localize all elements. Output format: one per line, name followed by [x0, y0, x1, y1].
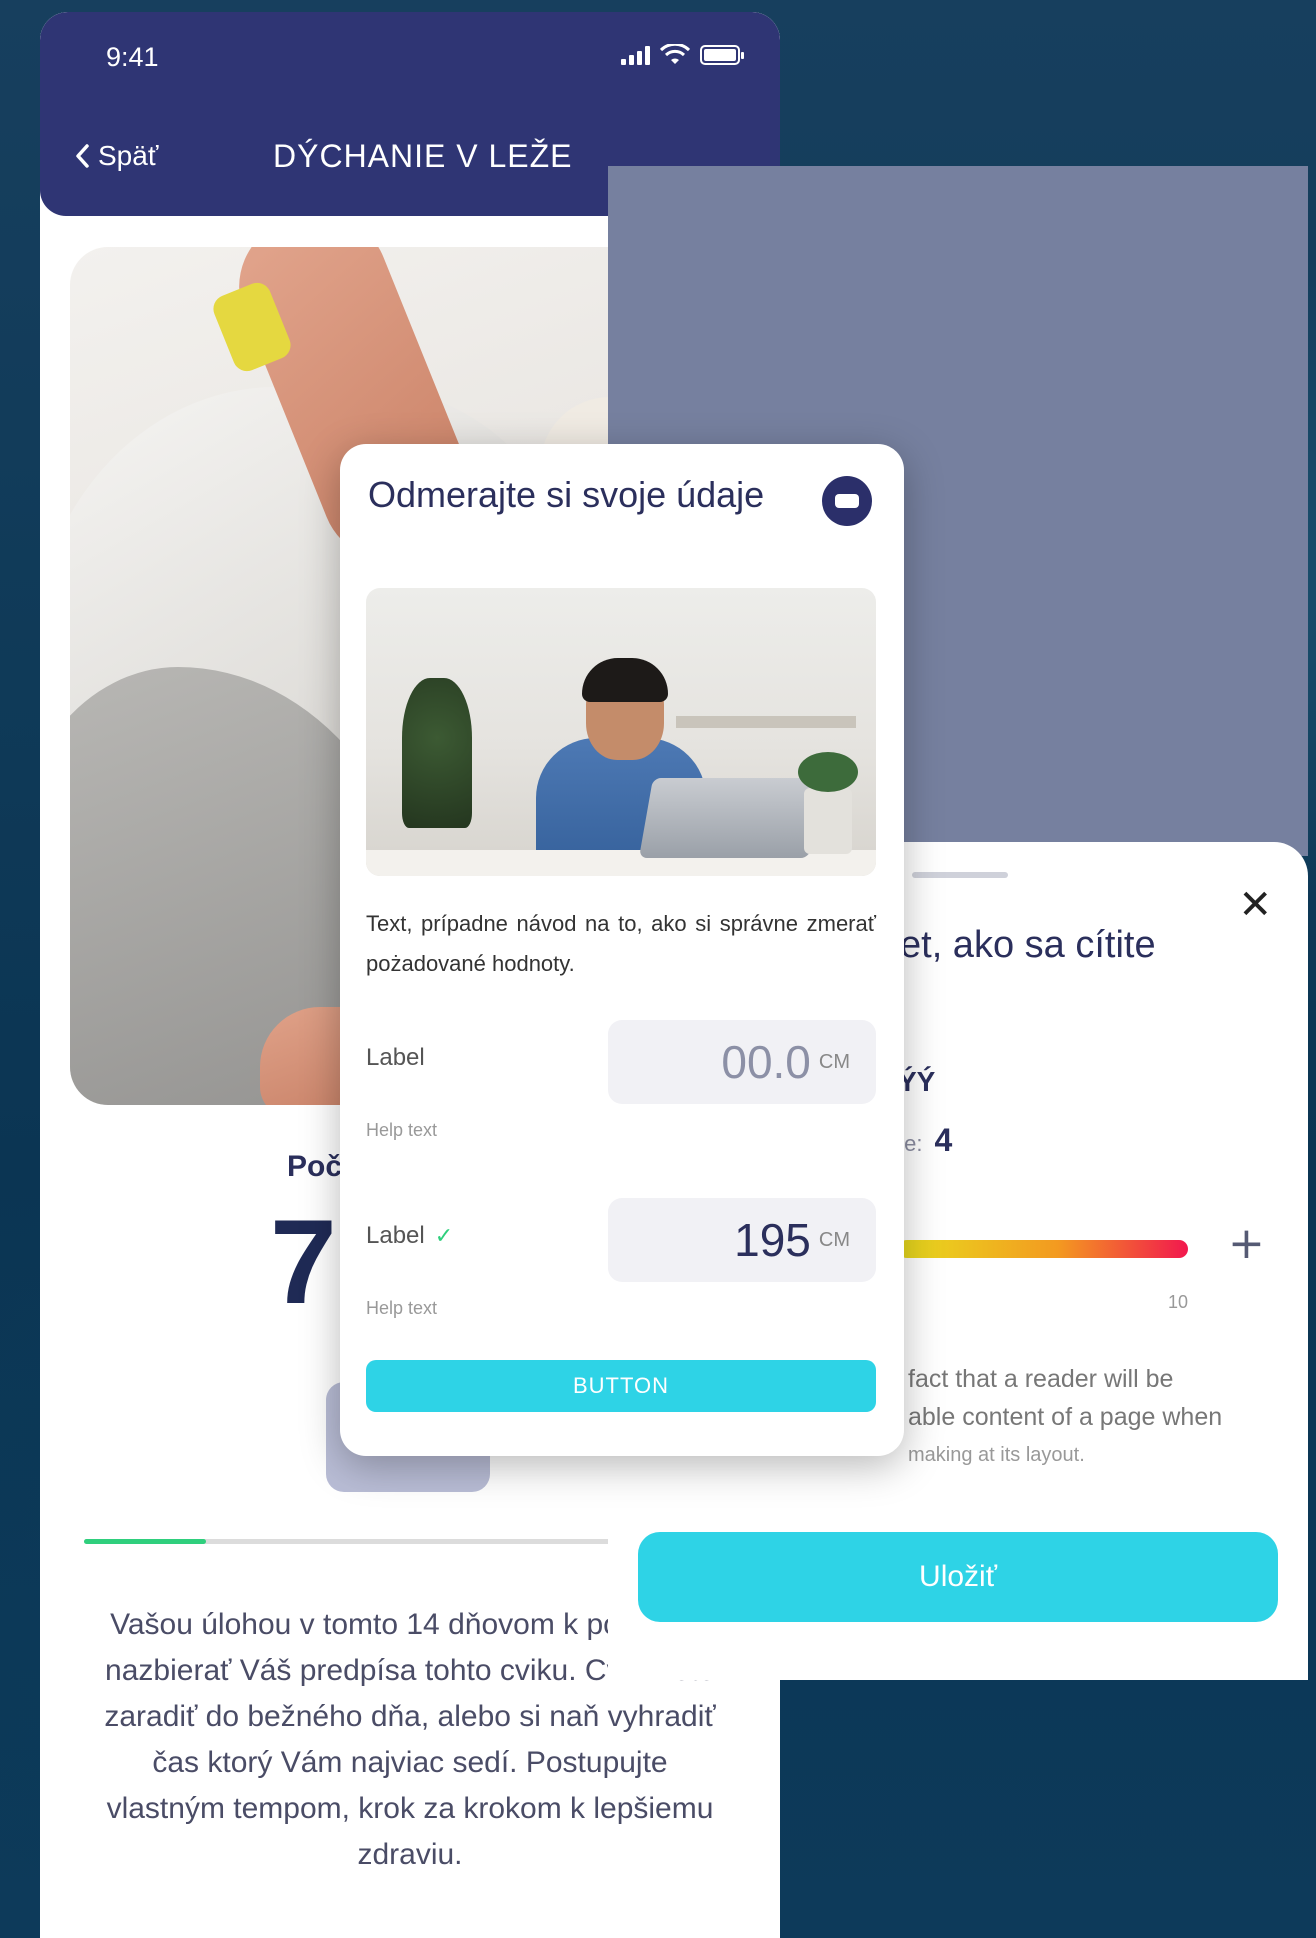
- measurement-card: Odmerajte si svoje údaje Text, prípadne …: [340, 444, 904, 1456]
- card-instructions: Text, prípadne návod na to, ako si správ…: [366, 911, 876, 976]
- help-text: Help text: [366, 1120, 438, 1140]
- measurement-unit: CM: [818, 1050, 850, 1073]
- help-text: Help text: [366, 1298, 438, 1318]
- save-button[interactable]: Uložiť: [638, 1532, 1278, 1622]
- measurement-value: 00.0: [721, 1036, 811, 1088]
- measurement-unit: CM: [818, 1228, 850, 1251]
- count-value: 7: [270, 1195, 337, 1329]
- feeling-slider[interactable]: [898, 1240, 1188, 1258]
- check-icon: ✓: [434, 1223, 454, 1248]
- sheet-paragraph: fact that a reader will be able content …: [908, 1360, 1308, 1466]
- tape-measure-icon: [822, 476, 872, 526]
- chevron-left-icon: [76, 144, 89, 168]
- primary-button[interactable]: BUTTON: [366, 1360, 876, 1412]
- status-time: 9:41: [106, 42, 159, 72]
- progress-fill: [84, 1539, 207, 1544]
- field-label: Label: [366, 1044, 425, 1072]
- card-photo: [366, 588, 876, 876]
- paragraph-tail: making at its layout.: [908, 1444, 1085, 1466]
- back-label: Späť: [98, 140, 159, 171]
- field-label-text: Label: [366, 1222, 425, 1249]
- plus-icon[interactable]: +: [1228, 1222, 1265, 1266]
- field-label-text: Label: [366, 1044, 425, 1071]
- paragraph-line: fact that a reader will be: [908, 1365, 1174, 1393]
- slider-max-label: 10: [1168, 1292, 1189, 1312]
- count-label: Poč: [287, 1150, 343, 1183]
- back-button[interactable]: Späť: [74, 140, 158, 172]
- score-value: 4: [934, 1122, 953, 1158]
- status-icons: [621, 44, 744, 66]
- paragraph-line: able content of a page when: [908, 1403, 1223, 1431]
- close-icon[interactable]: ✕: [1238, 882, 1272, 928]
- page-title: DÝCHANIE V LEŽE: [273, 138, 573, 174]
- wifi-icon: [660, 44, 690, 64]
- measurement-input[interactable]: 00.0 CM: [608, 1020, 876, 1104]
- measurement-value: 195: [734, 1214, 811, 1266]
- score-line: te: 4: [898, 1122, 952, 1159]
- battery-icon: [700, 45, 744, 65]
- sheet-handle[interactable]: [912, 872, 1008, 878]
- field-label: Label ✓: [366, 1222, 453, 1250]
- measurement-input[interactable]: 195 CM: [608, 1198, 876, 1282]
- sheet-title: et, ako sa cítite: [900, 924, 1156, 966]
- card-title: Odmerajte si svoje údaje: [368, 474, 765, 515]
- signal-icon: [621, 45, 650, 65]
